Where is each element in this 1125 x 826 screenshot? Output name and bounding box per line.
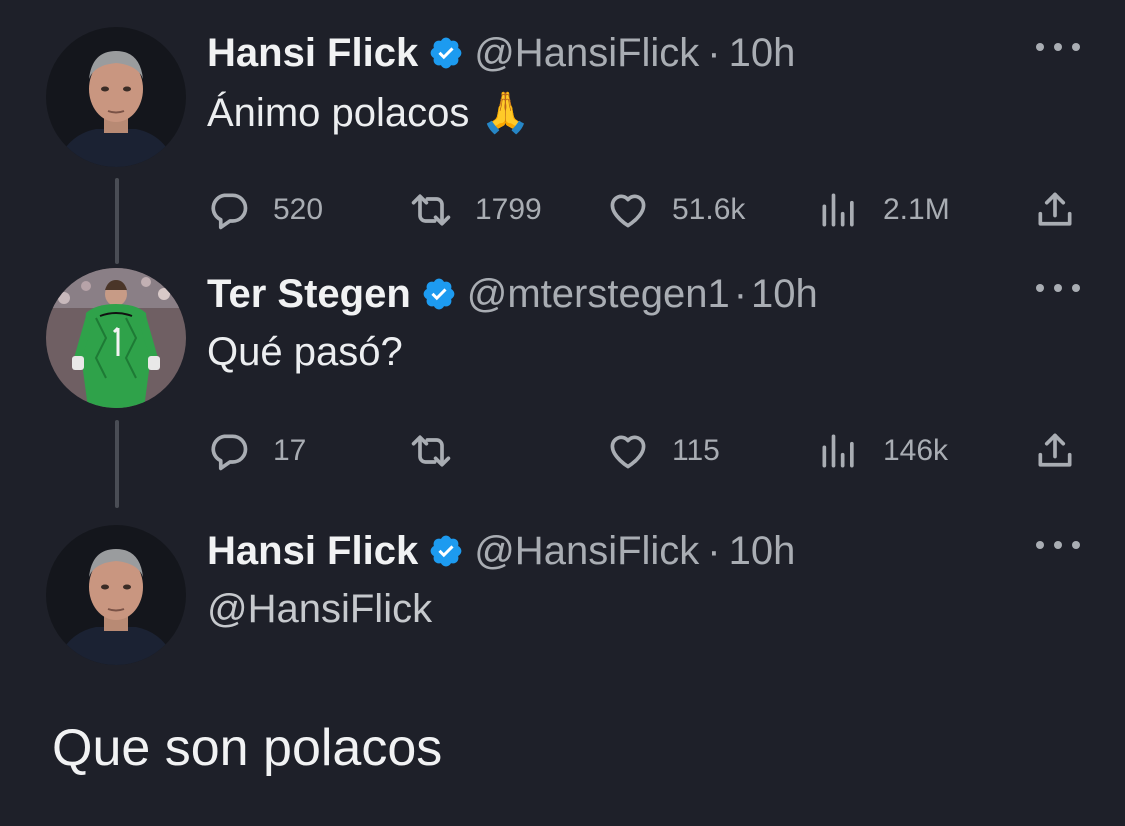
share-button[interactable] <box>1033 185 1077 235</box>
reply-button[interactable]: 520 <box>207 185 323 235</box>
tweet-header: Ter Stegen @mterstegen1 · 10h <box>207 268 818 320</box>
view-count: 146k <box>883 434 949 467</box>
author-name[interactable]: Ter Stegen <box>207 272 411 317</box>
more-options-icon[interactable] <box>1036 37 1080 57</box>
tweet-actions: 520 1799 51.6k 2.1M <box>207 185 1087 235</box>
share-button[interactable] <box>1033 426 1077 476</box>
tweet-time[interactable]: 10h <box>751 272 818 317</box>
tweet-text: Ánimo polacos 🙏 <box>207 91 531 135</box>
retweet-icon <box>411 435 451 467</box>
retweet-button[interactable] <box>409 426 475 476</box>
author-handle[interactable]: @HansiFlick <box>474 529 699 574</box>
like-button[interactable]: 115 <box>606 426 720 476</box>
avatar[interactable] <box>46 27 186 167</box>
views-button[interactable]: 146k <box>817 426 948 476</box>
like-count: 51.6k <box>672 193 746 226</box>
author-name[interactable]: Hansi Flick <box>207 529 418 574</box>
share-icon <box>1038 192 1072 226</box>
like-icon <box>610 435 646 469</box>
retweet-icon <box>411 194 451 226</box>
avatar-portrait-icon <box>46 27 186 167</box>
reply-icon <box>211 193 248 230</box>
reply-count: 17 <box>273 434 307 467</box>
views-button[interactable]: 2.1M <box>817 185 950 235</box>
author-handle[interactable]: @mterstegen1 <box>467 272 730 317</box>
tweet-text: Qué pasó? <box>207 330 403 374</box>
thread-connector-line <box>115 420 119 508</box>
verified-badge-icon <box>428 533 464 569</box>
like-count: 115 <box>672 434 720 467</box>
avatar[interactable] <box>46 268 186 408</box>
more-options-icon[interactable] <box>1036 278 1080 298</box>
like-button[interactable]: 51.6k <box>606 185 745 235</box>
tweet-header: Hansi Flick @HansiFlick · 10h <box>207 27 795 79</box>
share-icon <box>1038 433 1072 467</box>
avatar[interactable] <box>46 525 186 665</box>
verified-badge-icon <box>421 276 457 312</box>
separator-dot: · <box>733 271 748 316</box>
retweet-button[interactable]: 1799 <box>409 185 542 235</box>
views-icon <box>822 193 854 227</box>
tweet-time[interactable]: 10h <box>729 31 796 76</box>
view-count: 2.1M <box>883 193 950 226</box>
separator-dot: · <box>707 30 721 75</box>
reply-icon <box>211 434 248 471</box>
author-name[interactable]: Hansi Flick <box>207 31 418 76</box>
separator-dot: · <box>707 528 721 573</box>
reply-count: 520 <box>273 193 324 226</box>
tweet-time[interactable]: 10h <box>729 529 796 574</box>
tweet-thread-screenshot: Hansi Flick @HansiFlick · 10h Ánimo pola… <box>0 0 1125 826</box>
verified-badge-icon <box>428 35 464 71</box>
retweet-count: 1799 <box>475 193 542 226</box>
reply-button[interactable]: 17 <box>207 426 306 476</box>
caption-text: Que son polacos <box>52 719 443 777</box>
like-icon <box>610 194 646 228</box>
tweet-actions: 17 115 146k <box>207 426 1087 476</box>
views-icon <box>822 434 854 468</box>
avatar-portrait-icon <box>46 525 186 665</box>
tweet-header: Hansi Flick @HansiFlick · 10h <box>207 525 795 577</box>
avatar-goalkeeper-icon <box>46 268 186 408</box>
tweet-text: @HansiFlick <box>207 587 433 631</box>
author-handle[interactable]: @HansiFlick <box>474 31 699 76</box>
more-options-icon[interactable] <box>1036 535 1080 555</box>
thread-connector-line <box>115 178 119 264</box>
